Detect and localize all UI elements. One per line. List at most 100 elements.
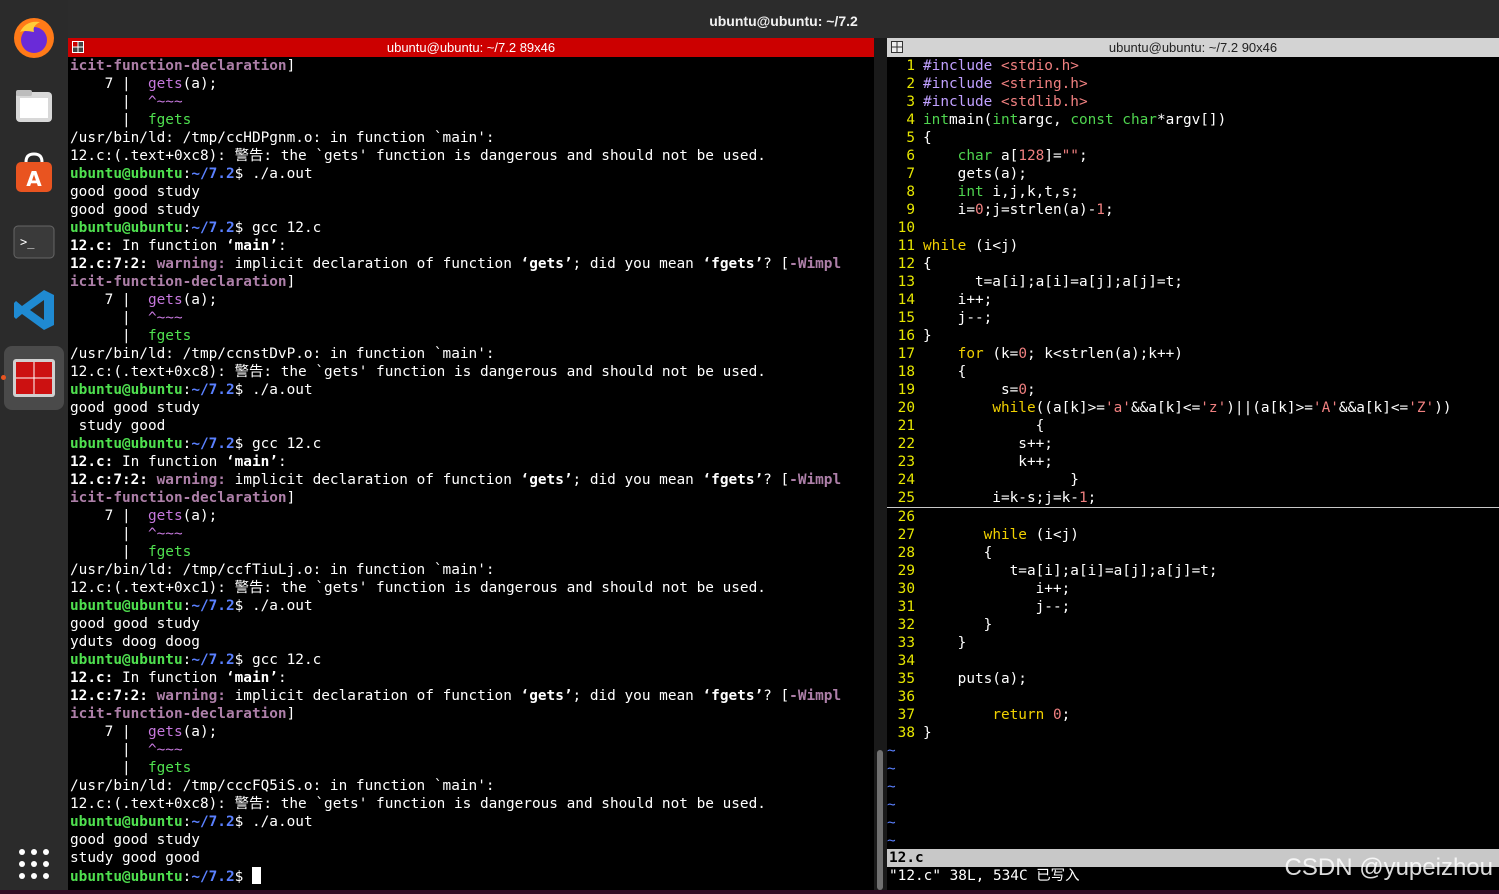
terminal-line: good good study — [70, 183, 874, 201]
warning-flag: icit-function-declaration — [70, 58, 287, 74]
code-line: 13 t=a[i];a[i]=a[j];a[j]=t; — [887, 273, 1499, 291]
scrollbar-thumb[interactable] — [877, 750, 883, 890]
code-token: #include — [923, 58, 1001, 74]
terminator-icon[interactable] — [4, 346, 64, 410]
code-token: "" — [1061, 148, 1079, 164]
code-token: 0 — [1018, 346, 1027, 362]
line-number: 10 — [897, 220, 915, 236]
output-text: good good study — [70, 184, 200, 200]
dock: A >_ — [0, 0, 68, 890]
line-number: 34 — [897, 653, 915, 669]
terminal-split-icon[interactable] — [72, 41, 84, 53]
command-text: ./a.out — [251, 166, 313, 182]
prompt-symbol: $ — [234, 814, 252, 830]
prompt-user: ubuntu@ubuntu — [70, 166, 183, 182]
terminal-line: 12.c:(.text+0xc8): 警告: the `gets' functi… — [70, 363, 874, 381]
prompt-path: ~/7.2 — [191, 436, 235, 452]
line-number: 29 — [897, 563, 915, 579]
code-line: 23 k++; — [887, 453, 1499, 471]
terminal-line: icit-function-declaration] — [70, 489, 874, 507]
output-text: /usr/bin/ld: /tmp/ccHDPgnm.o: in functio… — [70, 130, 495, 146]
code-token: &&a[k]<= — [1130, 400, 1201, 416]
warning-flag: icit-function-declaration — [70, 274, 287, 290]
window-title: ubuntu@ubuntu: ~/7.2 — [709, 13, 858, 29]
output-text: : — [277, 238, 287, 254]
terminal-line: 12.c: In function ‘main’: — [70, 669, 874, 687]
terminal-line: study good good — [70, 849, 874, 867]
window-titlebar[interactable]: ubuntu@ubuntu: ~/7.2 — [68, 0, 1499, 38]
terminal-line: | ^~~~ — [70, 309, 874, 327]
code-line: 18 { — [887, 363, 1499, 381]
prompt-symbol: $ — [234, 869, 252, 885]
output-text: ? [ — [763, 472, 790, 488]
files-icon[interactable] — [4, 76, 64, 136]
line-number: 1 — [906, 58, 915, 74]
prompt-sep: : — [182, 382, 192, 398]
right-vim-pane[interactable]: ubuntu@ubuntu: ~/7.2 90x46 1 #include <st… — [887, 38, 1499, 890]
prompt-user: ubuntu@ubuntu — [70, 220, 183, 236]
output-text: implicit declaration of function — [225, 688, 521, 704]
code-token: } — [923, 725, 932, 741]
code-line: 15 j--; — [887, 309, 1499, 327]
code-line: 29 t=a[i];a[i]=a[j];a[j]=t; — [887, 562, 1499, 580]
empty-buffer-line: ~ — [887, 761, 896, 777]
function-name: ‘gets’ — [520, 472, 573, 488]
code-text: (a); — [182, 292, 218, 308]
terminal-line: /usr/bin/ld: /tmp/ccfTiuLj.o: in functio… — [70, 561, 874, 579]
code-token: { — [923, 256, 932, 272]
vim-status-filename: 12.c — [889, 850, 924, 866]
code-line: 31 j--; — [887, 598, 1499, 616]
line-number: 20 — [897, 400, 915, 416]
terminal-line: 7 | gets(a); — [70, 291, 874, 309]
left-pane-header[interactable]: ubuntu@ubuntu: ~/7.2 89x46 — [68, 38, 874, 57]
line-number: 38 — [897, 725, 915, 741]
software-center-icon[interactable]: A — [4, 144, 64, 204]
function-name: ‘fgets’ — [702, 256, 764, 272]
command-text: gcc 12.c — [251, 436, 322, 452]
firefox-icon[interactable] — [4, 8, 64, 68]
code-line: 1 #include <stdio.h> — [887, 57, 1499, 75]
code-token: while — [992, 400, 1036, 416]
code-token: 'a' — [1104, 400, 1131, 416]
line-number: 13 — [897, 274, 915, 290]
code-line: 28 { — [887, 544, 1499, 562]
apps-grid-icon[interactable] — [4, 834, 64, 894]
code-token: int — [992, 112, 1019, 128]
terminal-line: 12.c: In function ‘main’: — [70, 237, 874, 255]
prompt-sep: : — [182, 436, 192, 452]
output-text: good good study — [70, 202, 200, 218]
line-gutter: | — [70, 544, 148, 560]
code-token: t=a[i];a[i]=a[j];a[j]=t; — [923, 563, 1218, 579]
line-number: 37 — [897, 707, 915, 723]
vim-window-bottom[interactable]: 26 27 while (i<j) 28 {29 t=a[i];a[i]=a[j];… — [887, 508, 1499, 850]
code-token: i,j,k,t,s; — [983, 184, 1079, 200]
line-number: 6 — [906, 148, 915, 164]
terminal-line: | ^~~~ — [70, 525, 874, 543]
pane-splitter[interactable] — [874, 38, 887, 890]
terminal-icon[interactable]: >_ — [4, 212, 64, 272]
code-line: 6 char a[128]=""; — [887, 147, 1499, 165]
code-token: while — [983, 527, 1027, 543]
output-text: good good study — [70, 616, 200, 632]
left-terminal-pane[interactable]: ubuntu@ubuntu: ~/7.2 89x46 icit-function… — [68, 38, 874, 890]
vim-window-top[interactable]: 1 #include <stdio.h> 2 #include <string.h> 3… — [887, 57, 1499, 507]
line-number: 8 — [906, 184, 915, 200]
terminal-split-icon[interactable] — [891, 41, 903, 53]
line-gutter: 7 | — [70, 292, 148, 308]
code-token: s= — [923, 382, 1019, 398]
fix-suggestion: fgets — [147, 328, 192, 344]
code-token: j--; — [923, 310, 993, 326]
code-token: ]= — [1044, 148, 1062, 164]
code-token: i= — [923, 202, 975, 218]
terminal-line: good good study — [70, 201, 874, 219]
code-line: 35 puts(a); — [887, 670, 1499, 688]
output-text: implicit declaration of function — [225, 256, 521, 272]
terminal-output[interactable]: icit-function-declaration] 7 | gets(a); … — [68, 57, 874, 885]
output-text: ] — [286, 58, 296, 74]
vscode-icon[interactable] — [4, 280, 64, 340]
prompt-path: ~/7.2 — [191, 598, 235, 614]
terminal-line: ubuntu@ubuntu:~/7.2$ ./a.out — [70, 381, 874, 399]
line-gutter: | — [70, 310, 148, 326]
right-pane-header[interactable]: ubuntu@ubuntu: ~/7.2 90x46 — [887, 38, 1499, 57]
prompt-sep: : — [182, 652, 192, 668]
